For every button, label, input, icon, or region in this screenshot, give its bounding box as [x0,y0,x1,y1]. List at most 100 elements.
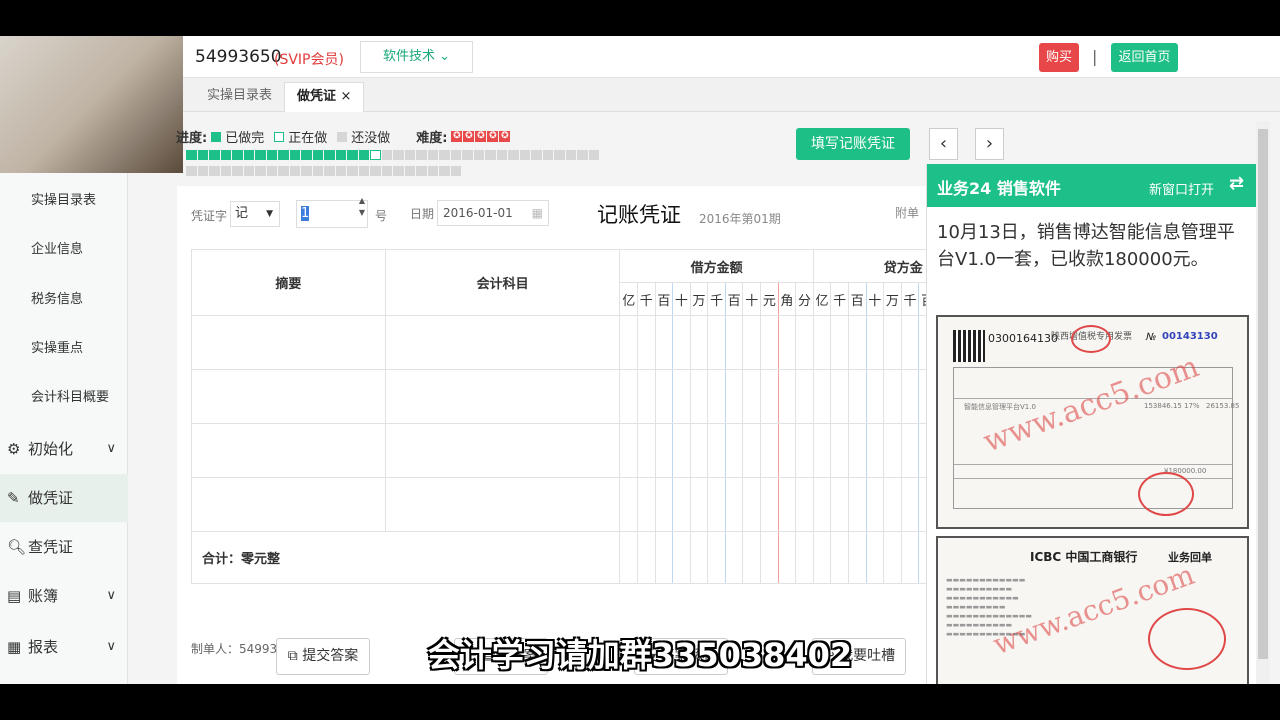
credit-cell[interactable] [865,423,885,478]
progress-cell[interactable] [554,150,565,160]
debit-cell[interactable] [742,423,762,478]
progress-cell[interactable] [439,166,450,176]
debit-cell[interactable] [672,315,691,370]
credit-cell[interactable] [812,369,832,424]
credit-cell[interactable] [830,369,849,424]
credit-cell[interactable] [830,315,849,370]
debit-cell[interactable] [777,423,797,478]
progress-cell[interactable] [439,150,450,160]
debit-cell[interactable] [777,477,797,532]
progress-cell[interactable] [370,166,381,176]
credit-cell[interactable] [847,315,867,370]
swap-icon[interactable]: ⇄ [1229,173,1244,194]
debit-cell[interactable] [689,369,709,424]
debit-cell[interactable] [724,423,744,478]
progress-cell[interactable] [427,150,438,160]
voucher-word-select[interactable]: 记 ▼ [230,201,280,227]
credit-cell[interactable] [812,315,832,370]
debit-cell[interactable] [760,423,779,478]
progress-cell[interactable] [381,166,392,176]
progress-cell[interactable] [220,150,231,160]
progress-cell[interactable] [197,150,208,160]
debit-cell[interactable] [672,477,691,532]
debit-cell[interactable] [636,315,656,370]
debit-cell[interactable] [707,369,726,424]
credit-cell[interactable] [865,477,885,532]
summary-cell[interactable] [191,423,386,478]
debit-cell[interactable] [724,315,744,370]
progress-cell[interactable] [220,166,231,176]
credit-cell[interactable] [865,369,885,424]
debit-cell[interactable] [619,369,638,424]
fill-voucher-button[interactable]: 填写记账凭证 [796,128,910,160]
progress-cell[interactable] [404,150,415,160]
progress-cell[interactable] [186,150,197,160]
progress-cell[interactable] [209,166,220,176]
account-cell[interactable] [384,369,621,424]
credit-cell[interactable] [847,369,867,424]
progress-cell[interactable] [485,150,496,160]
debit-cell[interactable] [636,369,656,424]
progress-cell[interactable] [197,166,208,176]
debit-cell[interactable] [689,315,709,370]
debit-cell[interactable] [707,477,726,532]
credit-cell[interactable] [900,369,920,424]
sidebar-item[interactable]: ✎ 做凭证 [0,474,128,522]
debit-cell[interactable] [619,315,638,370]
debit-cell[interactable] [724,477,744,532]
chevron-down-icon[interactable]: ∨ [106,572,116,620]
calendar-icon[interactable]: ▦ [532,201,543,225]
debit-cell[interactable] [724,369,744,424]
debit-cell[interactable] [795,315,814,370]
close-icon[interactable]: × [341,89,352,104]
sidebar-item[interactable]: 税务信息 [0,276,128,324]
progress-cell[interactable] [278,166,289,176]
progress-cell[interactable] [577,150,588,160]
progress-cell[interactable] [358,166,369,176]
progress-cell[interactable] [186,166,197,176]
progress-cell[interactable] [519,150,530,160]
sidebar-item[interactable]: 实操重点 [0,325,128,373]
debit-cell[interactable] [654,423,674,478]
debit-cell[interactable] [760,369,779,424]
debit-cell[interactable] [777,315,797,370]
credit-cell[interactable] [883,369,902,424]
progress-cell[interactable] [393,166,404,176]
progress-cell[interactable] [450,150,461,160]
progress-cell[interactable] [508,150,519,160]
progress-cell[interactable] [496,150,507,160]
progress-cell[interactable] [266,150,277,160]
credit-cell[interactable] [847,423,867,478]
progress-cell[interactable] [450,166,461,176]
credit-cell[interactable] [900,477,920,532]
credit-cell[interactable] [847,477,867,532]
debit-cell[interactable] [689,423,709,478]
progress-cell[interactable] [289,150,300,160]
progress-cell[interactable] [531,150,542,160]
home-button[interactable]: 返回首页 [1111,43,1178,72]
debit-cell[interactable] [742,477,762,532]
account-cell[interactable] [384,315,621,370]
sidebar-item[interactable]: 企业信息 [0,226,128,274]
voucher-number-stepper[interactable]: 1 ▲ ▼ [296,196,368,228]
progress-cell[interactable] [266,166,277,176]
date-input[interactable]: 2016-01-01 ▦ [437,200,549,226]
credit-cell[interactable] [865,315,885,370]
chevron-down-icon[interactable]: ∨ [106,425,116,473]
debit-cell[interactable] [672,423,691,478]
progress-cell[interactable] [416,150,427,160]
debit-cell[interactable] [742,315,762,370]
progress-cell[interactable] [381,150,392,160]
debit-cell[interactable] [672,369,691,424]
account-cell[interactable] [384,477,621,532]
debit-cell[interactable] [619,423,638,478]
progress-cell[interactable] [462,150,473,160]
sidebar-item[interactable]: 实操目录表 [0,177,128,225]
credit-cell[interactable] [900,423,920,478]
progress-cell[interactable] [335,150,346,160]
progress-cell[interactable] [312,150,323,160]
progress-cell[interactable] [324,150,335,160]
vat-invoice-image[interactable]: 0300164130 陕西增值税专用发票 № 00143130 智能信息管理平台… [936,315,1249,529]
credit-cell[interactable] [883,315,902,370]
progress-cell[interactable] [427,166,438,176]
